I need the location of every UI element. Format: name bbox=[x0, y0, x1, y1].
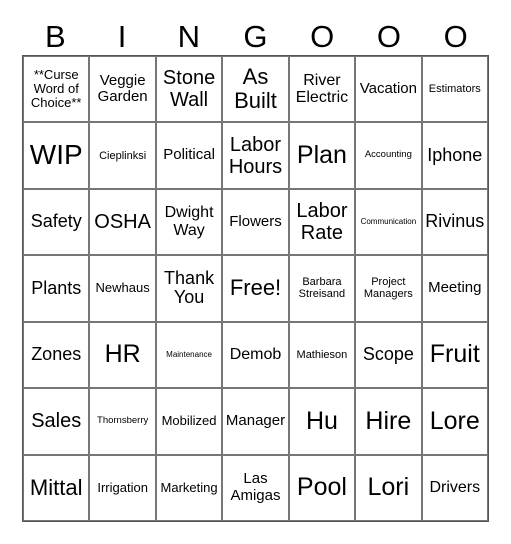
bingo-cell[interactable]: Labor Hours bbox=[222, 122, 289, 189]
bingo-cell[interactable]: Pool bbox=[288, 454, 356, 521]
bingo-cell[interactable]: Demob bbox=[222, 321, 289, 389]
bingo-cell[interactable]: OSHA bbox=[89, 188, 156, 256]
bingo-cell[interactable]: Fruit bbox=[421, 321, 488, 389]
bingo-cell[interactable]: Scope bbox=[355, 321, 422, 389]
header-letter: O bbox=[376, 19, 401, 54]
bingo-cell[interactable]: Project Managers bbox=[355, 255, 422, 322]
free-space[interactable]: Free! bbox=[222, 255, 289, 322]
bingo-cell[interactable]: Iphone bbox=[421, 122, 488, 189]
bingo-cell[interactable]: Vacation bbox=[355, 56, 422, 123]
bingo-cell[interactable]: Communication bbox=[355, 188, 422, 256]
bingo-cell[interactable]: Sales bbox=[23, 388, 90, 455]
bingo-cell[interactable]: Accounting bbox=[355, 122, 422, 189]
bingo-cell[interactable]: HR bbox=[89, 321, 156, 389]
bingo-cell[interactable]: Maintenance bbox=[155, 321, 223, 389]
bingo-cell[interactable]: Thank You bbox=[155, 255, 223, 322]
bingo-cell[interactable]: Barbara Streisand bbox=[288, 255, 356, 322]
bingo-cell[interactable]: Estimators bbox=[421, 56, 488, 123]
bingo-cell[interactable]: Political bbox=[155, 122, 223, 189]
bingo-cell[interactable]: Flowers bbox=[222, 188, 289, 256]
header-letter: N bbox=[177, 19, 200, 54]
bingo-cell[interactable]: Newhaus bbox=[89, 255, 156, 322]
bingo-cell[interactable]: Plants bbox=[23, 255, 90, 322]
header-letter: G bbox=[243, 19, 268, 54]
bingo-cell[interactable]: Hu bbox=[288, 388, 356, 455]
header-letter: I bbox=[117, 19, 127, 54]
bingo-cell[interactable]: Zones bbox=[23, 321, 90, 389]
bingo-cell[interactable]: Irrigation bbox=[89, 454, 156, 521]
bingo-cell[interactable]: Stone Wall bbox=[155, 56, 223, 123]
bingo-cell[interactable]: As Built bbox=[222, 56, 289, 123]
bingo-cell[interactable]: Thornsberry bbox=[89, 388, 156, 455]
bingo-cell[interactable]: Mathieson bbox=[288, 321, 356, 389]
bingo-cell[interactable]: Meeting bbox=[421, 255, 488, 322]
bingo-cell[interactable]: Drivers bbox=[421, 454, 488, 521]
header-letter: O bbox=[443, 19, 468, 54]
bingo-cell[interactable]: Lori bbox=[355, 454, 422, 521]
bingo-cell[interactable]: Cieplinksi bbox=[89, 122, 156, 189]
bingo-cell[interactable]: Mobilized bbox=[155, 388, 223, 455]
header-letter: B bbox=[45, 19, 66, 54]
bingo-cell[interactable]: Safety bbox=[23, 188, 90, 256]
bingo-cell[interactable]: Manager bbox=[222, 388, 289, 455]
bingo-cell[interactable]: Las Amigas bbox=[222, 454, 289, 521]
bingo-board: **Curse Word of Choice** Veggie Garden S… bbox=[22, 55, 489, 522]
header-letter: O bbox=[310, 19, 335, 54]
bingo-cell[interactable]: Rivinus bbox=[421, 188, 488, 256]
bingo-cell[interactable]: River Electric bbox=[288, 56, 356, 123]
bingo-cell[interactable]: WIP bbox=[23, 122, 90, 189]
bingo-cell[interactable]: Marketing bbox=[155, 454, 223, 521]
bingo-cell[interactable]: Dwight Way bbox=[155, 188, 223, 256]
bingo-cell[interactable]: Veggie Garden bbox=[89, 56, 156, 123]
bingo-header: B I N G O O O bbox=[22, 18, 489, 56]
bingo-cell[interactable]: Labor Rate bbox=[288, 188, 356, 256]
bingo-cell[interactable]: Mittal bbox=[23, 454, 90, 521]
bingo-cell[interactable]: **Curse Word of Choice** bbox=[23, 56, 90, 123]
bingo-cell[interactable]: Plan bbox=[288, 122, 356, 189]
bingo-cell[interactable]: Lore bbox=[421, 388, 488, 455]
bingo-cell[interactable]: Hire bbox=[355, 388, 422, 455]
